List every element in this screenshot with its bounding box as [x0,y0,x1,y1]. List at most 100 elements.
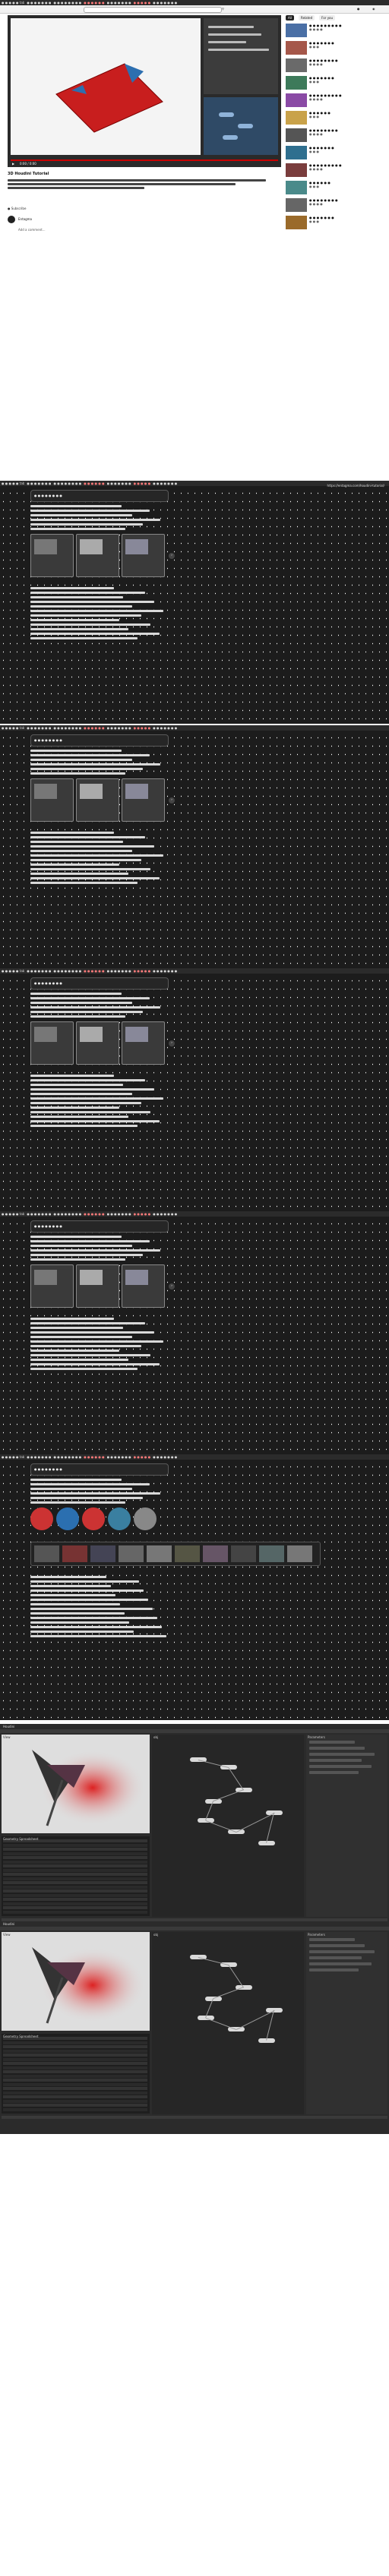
network-editor[interactable] [152,1932,304,2114]
video-thumbnail[interactable] [286,163,307,177]
tutorial-screenshot[interactable] [122,778,165,822]
sidebar-video-item[interactable]: ● ● ● ● ● ● ● ● ● ● [286,216,384,231]
channel-name[interactable]: Entagma [18,217,32,221]
sidebar-video-item[interactable]: ● ● ● ● ● ● ● ● ● ● [286,76,384,91]
browser-tab[interactable]: ● ● ● ● ● ● ● [153,1,177,5]
video-thumbnail[interactable] [286,111,307,125]
browser-tab[interactable]: ● ● ● ● ● ● ● [27,969,51,973]
video-thumbnail[interactable] [286,76,307,90]
browser-tab[interactable]: ● ● ● ● ● ● ● [107,969,131,973]
parameter-field[interactable] [309,1741,355,1744]
sidebar-video-item[interactable]: ● ● ● ● ● ● ● ● ● [286,181,384,196]
sidebar-video-item[interactable]: ● ● ● ● ● ● ● ● ● ● ● ● ● [286,163,384,178]
tutorial-screenshot[interactable] [76,1264,119,1308]
browser-tab[interactable]: ● ● ● ● ● tab [2,1455,24,1459]
tutorial-screenshot[interactable] [30,1264,74,1308]
browser-tab[interactable]: ● ● ● ● ● ● ● ● [53,969,81,973]
tutorial-screenshot[interactable] [122,534,165,577]
browser-tab[interactable]: ● ● ● ● ● ● ● [153,481,177,485]
tutorial-screenshot[interactable] [30,534,74,577]
video-thumbnail[interactable] [286,41,307,55]
strip-thumbnail[interactable] [259,1545,284,1562]
parameter-field[interactable] [309,1938,355,1941]
browser-tab[interactable]: ● ● ● ● ● [134,1,151,5]
browser-tab[interactable]: ● ● ● ● ● ● ● [107,1,131,5]
browser-tab[interactable]: ● ● ● ● ● ● [84,726,104,730]
next-arrow-icon[interactable]: › [169,1040,175,1046]
network-editor[interactable] [152,1735,304,1917]
strip-thumbnail[interactable] [175,1545,200,1562]
video-thumbnail[interactable] [286,24,307,37]
browser-tab[interactable]: ● ● ● ● ● ● ● [153,1212,177,1216]
avatar[interactable]: ◉ [372,7,375,11]
sidebar-video-item[interactable]: ● ● ● ● ● ● ● ● ● ● ● ● [286,128,384,144]
browser-tab[interactable]: ● ● ● ● ● ● ● ● [53,1212,81,1216]
parameter-field[interactable] [309,1759,362,1762]
parameter-field[interactable] [309,1968,359,1971]
browser-tab[interactable]: ● ● ● ● ● ● [84,481,104,485]
browser-tab[interactable]: ● ● ● ● ● [134,726,151,730]
browser-tab[interactable]: ● ● ● ● ● ● ● [107,726,131,730]
browser-tab[interactable]: ● ● ● ● ● ● ● ● [53,1,81,5]
video-thumbnail[interactable] [286,93,307,107]
strip-thumbnail[interactable] [147,1545,172,1562]
search-icon[interactable]: ⚲ [222,7,224,11]
parameter-field[interactable] [309,1771,359,1774]
tutorial-screenshot[interactable] [30,1021,74,1065]
browser-tab[interactable]: ● ● ● ● ● tab [2,1,24,5]
parameter-field[interactable] [309,1753,375,1756]
houdini-viewport[interactable] [2,1932,150,2031]
sidebar-video-item[interactable]: ● ● ● ● ● ● ● ● ● [286,111,384,126]
parameter-field[interactable] [309,1765,372,1768]
comment-input[interactable]: Add a comment... [18,228,46,232]
strip-thumbnail[interactable] [231,1545,256,1562]
browser-tab[interactable]: ● ● ● ● ● tab [2,481,24,485]
sidebar-tab-related[interactable]: Related [298,15,315,21]
video-thumbnail[interactable] [286,128,307,142]
channel-avatar[interactable] [8,216,15,223]
video-thumbnail[interactable] [286,198,307,212]
sidebar-video-item[interactable]: ● ● ● ● ● ● ● ● ● ● ● ● ● [286,93,384,109]
browser-tab[interactable]: ● ● ● ● ● tab [2,1212,24,1216]
browser-tab[interactable]: ● ● ● ● ● ● ● ● [53,726,81,730]
browser-tab[interactable]: ● ● ● ● ● ● ● [27,1212,51,1216]
geometry-spreadsheet[interactable] [2,1836,150,1916]
strip-thumbnail[interactable] [119,1545,144,1562]
strip-thumbnail[interactable] [62,1545,87,1562]
tutorial-screenshot[interactable] [76,534,119,577]
next-arrow-icon[interactable]: › [169,1283,175,1290]
strip-thumbnail[interactable] [90,1545,115,1562]
browser-tab[interactable]: ● ● ● ● ● ● [84,969,104,973]
parameter-field[interactable] [309,1944,365,1947]
strip-thumbnail[interactable] [34,1545,59,1562]
browser-tab[interactable]: ● ● ● ● ● tab [2,969,24,973]
search-input[interactable] [84,7,222,13]
tutorial-screenshot[interactable] [76,1021,119,1065]
browser-tab[interactable]: ● ● ● ● ● ● ● [27,1,51,5]
page-url[interactable]: https://entagma.com/houdini-tutorial/ [327,484,384,488]
next-arrow-icon[interactable]: › [169,797,175,803]
sidebar-tab-for-you[interactable]: For you [319,15,336,21]
video-player[interactable]: ▶ 0:00 / 0:00 [8,15,281,167]
browser-tab[interactable]: ● ● ● ● ● [134,481,151,485]
browser-tab[interactable]: ● ● ● ● ● ● [84,1,104,5]
strip-thumbnail[interactable] [203,1545,228,1562]
browser-tab[interactable]: ● ● ● ● ● [134,969,151,973]
sidebar-tab-all[interactable]: All [286,15,294,21]
video-thumbnail[interactable] [286,146,307,159]
browser-tab[interactable]: ● ● ● ● ● ● [84,1455,104,1459]
parameter-field[interactable] [309,1950,375,1953]
video-thumbnail[interactable] [286,181,307,194]
browser-tab[interactable]: ● ● ● ● ● ● ● [27,726,51,730]
progress-bar[interactable] [11,159,278,161]
browser-tab[interactable]: ● ● ● ● ● ● ● [107,481,131,485]
browser-tab[interactable]: ● ● ● ● ● ● ● [153,726,177,730]
browser-tab[interactable]: ● ● ● ● ● ● ● [27,481,51,485]
tutorial-screenshot[interactable] [122,1264,165,1308]
browser-tab[interactable]: ● ● ● ● ● ● ● [107,1455,131,1459]
browser-tab[interactable]: ● ● ● ● ● ● ● [153,1455,177,1459]
sidebar-video-item[interactable]: ● ● ● ● ● ● ● ● ● ● [286,41,384,56]
sidebar-video-item[interactable]: ● ● ● ● ● ● ● ● ● ● ● ● [286,58,384,74]
sidebar-video-item[interactable]: ● ● ● ● ● ● ● ● ● ● [286,146,384,161]
tutorial-screenshot[interactable] [76,778,119,822]
